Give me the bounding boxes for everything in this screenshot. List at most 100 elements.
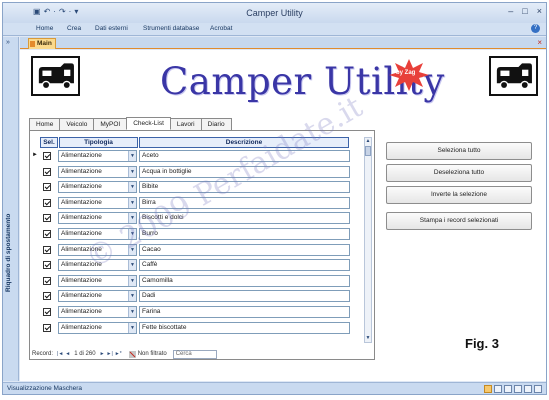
filter-status[interactable]: Non filtrato bbox=[128, 350, 167, 358]
navigation-pane[interactable]: » Riquadro di spostamento bbox=[3, 37, 19, 381]
tab-check-list[interactable]: Check-List bbox=[126, 117, 171, 130]
scroll-up-icon[interactable]: ▲ bbox=[365, 138, 371, 145]
tipologia-combo[interactable]: Alimentazione ▼ bbox=[58, 321, 137, 334]
tipologia-combo[interactable]: Alimentazione ▼ bbox=[58, 165, 137, 178]
table-row[interactable]: Alimentazione ▼ Cacao bbox=[32, 243, 362, 259]
form-view-icon[interactable] bbox=[484, 385, 492, 393]
dropdown-arrow-icon[interactable]: ▼ bbox=[128, 182, 136, 193]
tipologia-combo[interactable]: Alimentazione ▼ bbox=[58, 305, 137, 318]
descrizione-field[interactable]: Acqua in bottiglie bbox=[139, 165, 350, 178]
descrizione-field[interactable]: Camomilla bbox=[139, 274, 350, 287]
tab-veicolo[interactable]: Veicolo bbox=[59, 118, 95, 130]
descrizione-field[interactable]: Aceto bbox=[139, 150, 350, 162]
dropdown-arrow-icon[interactable]: ▼ bbox=[128, 213, 136, 224]
minimize-button[interactable]: – bbox=[508, 6, 513, 16]
row-select-checkbox[interactable] bbox=[43, 307, 51, 316]
document-tab-main[interactable]: Main bbox=[28, 38, 56, 49]
dropdown-arrow-icon[interactable]: ▼ bbox=[128, 197, 136, 208]
tab-diario[interactable]: Diario bbox=[200, 118, 232, 130]
dropdown-arrow-icon[interactable]: ▼ bbox=[128, 166, 136, 177]
search-input[interactable]: Cerca bbox=[172, 349, 217, 359]
descrizione-field[interactable]: Caffè bbox=[139, 259, 350, 272]
scroll-thumb[interactable] bbox=[365, 146, 371, 156]
row-select-checkbox[interactable] bbox=[43, 167, 51, 176]
dropdown-arrow-icon[interactable]: ▼ bbox=[128, 275, 136, 286]
descrizione-field[interactable]: Biscotti e dolci bbox=[139, 212, 350, 225]
layout-view-icon[interactable] bbox=[524, 385, 532, 393]
column-header-descrizione[interactable]: Descrizione bbox=[139, 137, 349, 148]
column-header-tipologia[interactable]: Tipologia bbox=[59, 137, 138, 148]
pivot-table-view-icon[interactable] bbox=[504, 385, 512, 393]
tipologia-combo[interactable]: Alimentazione ▼ bbox=[58, 259, 137, 272]
table-row[interactable]: Alimentazione ▼ Acqua in bottiglie bbox=[32, 165, 362, 181]
ribbon-tab-strumenti-database[interactable]: Strumenti database bbox=[143, 25, 199, 32]
new-record-icon[interactable]: ►* bbox=[115, 351, 122, 357]
table-row[interactable]: Alimentazione ▼ Farina bbox=[32, 305, 362, 321]
dropdown-arrow-icon[interactable]: ▼ bbox=[128, 322, 136, 333]
descrizione-field[interactable]: Birra bbox=[139, 196, 350, 209]
ribbon-tab-acrobat[interactable]: Acrobat bbox=[210, 25, 232, 32]
maximize-button[interactable]: □ bbox=[522, 6, 527, 16]
dropdown-arrow-icon[interactable]: ▼ bbox=[128, 228, 136, 239]
row-select-checkbox[interactable] bbox=[43, 214, 51, 223]
pivot-chart-view-icon[interactable] bbox=[514, 385, 522, 393]
first-record-icon[interactable]: |◄ bbox=[57, 351, 63, 357]
descrizione-field[interactable]: Dadi bbox=[139, 290, 350, 303]
descrizione-field[interactable]: Farina bbox=[139, 305, 350, 318]
table-row[interactable]: Alimentazione ▼ Birra bbox=[32, 196, 362, 212]
tab-home[interactable]: Home bbox=[29, 118, 61, 130]
row-select-checkbox[interactable] bbox=[43, 152, 51, 160]
row-select-checkbox[interactable] bbox=[43, 229, 51, 238]
table-row[interactable]: Alimentazione ▼ Camomilla bbox=[32, 274, 362, 290]
tipologia-combo[interactable]: Alimentazione ▼ bbox=[58, 290, 137, 303]
expand-pane-icon[interactable]: » bbox=[6, 39, 10, 46]
table-row[interactable]: Alimentazione ▼ Fette biscottate bbox=[32, 321, 362, 337]
table-row[interactable]: Alimentazione ▼ Dadi bbox=[32, 289, 362, 305]
row-select-checkbox[interactable] bbox=[43, 276, 51, 285]
tipologia-combo[interactable]: Alimentazione ▼ bbox=[58, 150, 137, 162]
ribbon-tab-crea[interactable]: Crea bbox=[67, 25, 81, 32]
table-row[interactable]: Alimentazione ▼ Bibite bbox=[32, 180, 362, 196]
close-document-icon[interactable]: × bbox=[537, 38, 542, 48]
tab-mypoi[interactable]: MyPOI bbox=[93, 118, 128, 130]
row-select-checkbox[interactable] bbox=[43, 261, 51, 270]
record-position[interactable]: 1 di 260 bbox=[74, 351, 95, 357]
tipologia-combo[interactable]: Alimentazione ▼ bbox=[58, 227, 137, 240]
dropdown-arrow-icon[interactable]: ▼ bbox=[128, 306, 136, 317]
dropdown-arrow-icon[interactable]: ▼ bbox=[128, 151, 136, 161]
help-icon[interactable]: ? bbox=[531, 24, 540, 33]
descrizione-field[interactable]: Cacao bbox=[139, 243, 350, 256]
vertical-scrollbar[interactable]: ▲ ▼ bbox=[364, 137, 372, 343]
table-row[interactable]: ► Alimentazione ▼ Aceto bbox=[32, 149, 362, 165]
dropdown-arrow-icon[interactable]: ▼ bbox=[128, 244, 136, 255]
next-record-icon[interactable]: ► bbox=[100, 351, 105, 357]
row-select-checkbox[interactable] bbox=[43, 198, 51, 207]
select-all-button[interactable]: Seleziona tutto bbox=[386, 142, 532, 160]
table-row[interactable]: Alimentazione ▼ Caffè bbox=[32, 258, 362, 274]
dropdown-arrow-icon[interactable]: ▼ bbox=[128, 291, 136, 302]
tipologia-combo[interactable]: Alimentazione ▼ bbox=[58, 212, 137, 225]
invert-selection-button[interactable]: Inverte la selezione bbox=[386, 186, 532, 204]
close-button[interactable]: × bbox=[537, 6, 542, 16]
tipologia-combo[interactable]: Alimentazione ▼ bbox=[58, 181, 137, 194]
deselect-all-button[interactable]: Deseleziona tutto bbox=[386, 164, 532, 182]
last-record-icon[interactable]: ►| bbox=[107, 351, 113, 357]
ribbon-tab-home[interactable]: Home bbox=[36, 25, 53, 32]
previous-record-icon[interactable]: ◄ bbox=[65, 351, 70, 357]
tab-lavori[interactable]: Lavori bbox=[169, 118, 202, 130]
row-select-checkbox[interactable] bbox=[43, 323, 51, 332]
descrizione-field[interactable]: Fette biscottate bbox=[139, 321, 350, 334]
tipologia-combo[interactable]: Alimentazione ▼ bbox=[58, 243, 137, 256]
row-select-checkbox[interactable] bbox=[43, 183, 51, 192]
tipologia-combo[interactable]: Alimentazione ▼ bbox=[58, 196, 137, 209]
descrizione-field[interactable]: Burro bbox=[139, 227, 350, 240]
print-selected-button[interactable]: Stampa i record selezionati bbox=[386, 212, 532, 230]
design-view-icon[interactable] bbox=[534, 385, 542, 393]
dropdown-arrow-icon[interactable]: ▼ bbox=[128, 260, 136, 271]
descrizione-field[interactable]: Bibite bbox=[139, 181, 350, 194]
table-row[interactable]: Alimentazione ▼ Burro bbox=[32, 227, 362, 243]
table-row[interactable]: Alimentazione ▼ Biscotti e dolci bbox=[32, 211, 362, 227]
datasheet-view-icon[interactable] bbox=[494, 385, 502, 393]
tipologia-combo[interactable]: Alimentazione ▼ bbox=[58, 274, 137, 287]
column-header-sel[interactable]: Sel. bbox=[40, 137, 58, 148]
